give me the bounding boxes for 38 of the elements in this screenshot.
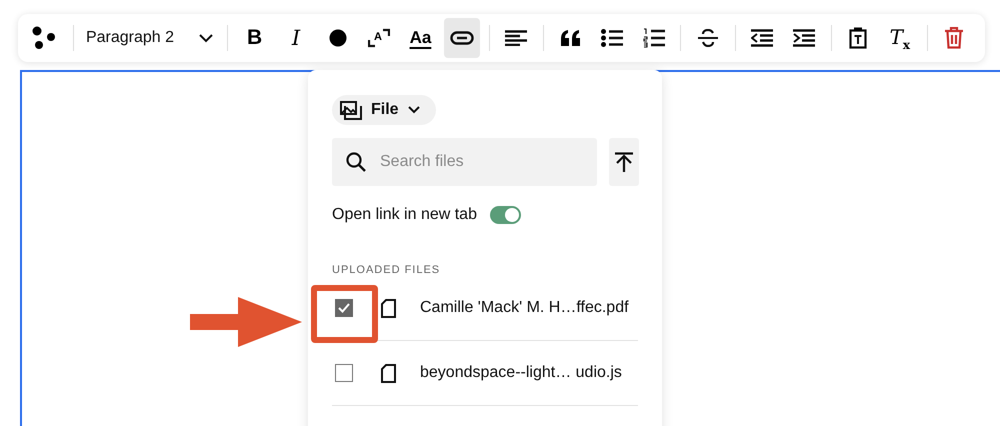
images-icon [340, 100, 362, 120]
source-dropdown[interactable]: File [332, 95, 436, 125]
upload-arrow-icon [615, 152, 633, 172]
outdent-icon [751, 29, 774, 47]
upload-button[interactable] [609, 138, 639, 186]
chevron-icon [198, 34, 213, 42]
font-button[interactable]: Aa [402, 18, 438, 58]
file-checkbox[interactable] [335, 299, 353, 317]
indent-icon [792, 29, 815, 47]
size-button[interactable]: A [361, 18, 397, 58]
section-heading: UPLOADED FILES [332, 264, 442, 276]
search-icon [346, 152, 366, 172]
quote-icon [560, 30, 581, 46]
search-field[interactable]: Search files [332, 138, 597, 186]
bullet-list-icon [601, 29, 624, 47]
numbered-list-icon [642, 28, 665, 48]
strikethrough-icon [698, 29, 718, 47]
paragraph-style-select[interactable]: Paragraph 2 [80, 18, 221, 58]
chevron-icon [408, 106, 420, 114]
circle-icon [328, 29, 346, 47]
italic-button[interactable]: I [278, 18, 314, 58]
file-icon [381, 298, 396, 318]
clipboard-icon [849, 27, 868, 49]
new-tab-toggle[interactable] [490, 206, 521, 224]
bold-button[interactable]: B [236, 18, 272, 58]
resize-corners-icon [368, 28, 390, 48]
file-name: Camille 'Mack' M. H…ffec.pdf [420, 299, 629, 317]
dots-icon [32, 26, 58, 50]
clear-button[interactable]: T$_{x}$ [882, 18, 918, 58]
trash-icon [945, 27, 964, 49]
link-button[interactable] [444, 18, 480, 58]
file-name: beyondspace--light… udio.js [420, 364, 622, 382]
file-icon [381, 364, 396, 382]
highlight-frame [311, 285, 378, 343]
align-left-icon [505, 30, 528, 46]
file-checkbox[interactable] [335, 364, 353, 382]
new-tab-label: Open link in new tab [332, 206, 477, 224]
link-icon [450, 31, 474, 45]
